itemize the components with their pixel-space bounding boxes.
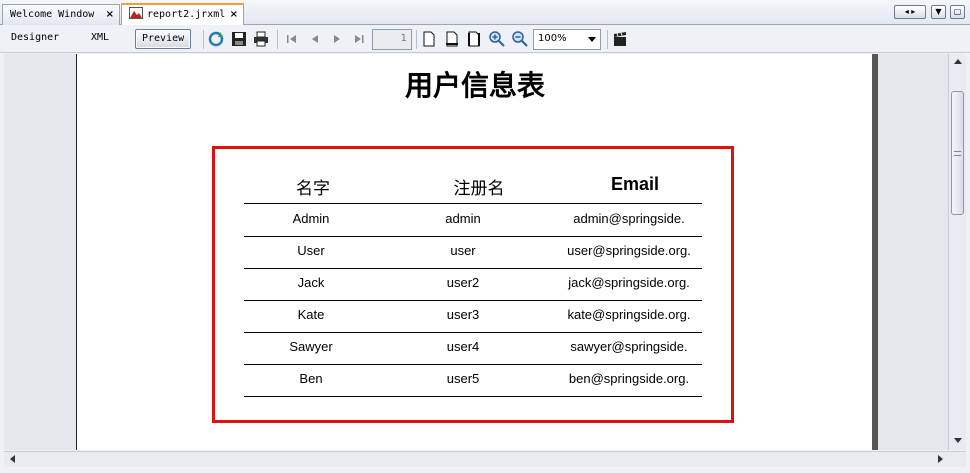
vertical-scrollbar[interactable] — [948, 54, 966, 450]
table-cell-email: kate@springside.org. — [567, 307, 691, 322]
export-clapper-icon[interactable] — [611, 30, 629, 48]
maximize-icon: ▢ — [953, 7, 962, 16]
table-cell-username: user3 — [446, 307, 480, 322]
print-icon[interactable] — [252, 30, 270, 48]
actual-size-icon[interactable] — [420, 30, 438, 48]
table-cell-username: user5 — [446, 371, 480, 386]
column-header-username: 注册名 — [453, 179, 505, 199]
tab-scroll-buttons[interactable]: ◂ ▸ — [894, 5, 926, 19]
preview-mode-button[interactable]: Preview — [135, 29, 192, 49]
chevron-right-icon[interactable]: ▸ — [911, 7, 915, 16]
row-divider — [244, 364, 702, 365]
report-title: 用户信息表 — [404, 69, 545, 102]
editor-tab-strip: Welcome Window × report2.jrxml × ◂ ▸ ▼ ▢ — [0, 0, 970, 25]
table-cell-email: ben@springside.org. — [568, 371, 690, 386]
maximize-button[interactable]: ▢ — [950, 5, 965, 19]
chevron-left-icon[interactable]: ◂ — [905, 7, 909, 16]
page-shadow — [872, 54, 878, 450]
report-file-icon — [129, 7, 143, 19]
refresh-icon[interactable] — [207, 30, 225, 48]
tab-welcome-window[interactable]: Welcome Window × — [2, 4, 120, 25]
table-cell-username: user4 — [446, 339, 480, 354]
table-cell-email: admin@springside. — [573, 211, 685, 226]
table-cell-name: Ben — [299, 371, 323, 386]
row-divider — [244, 268, 702, 269]
row-divider — [244, 332, 702, 333]
table-cell-username: admin — [445, 211, 481, 226]
scroll-down-icon[interactable] — [954, 438, 962, 443]
table-cell-email: user@springside.org. — [567, 243, 691, 258]
row-divider — [244, 236, 702, 237]
report-toolbar: Designer XML Preview 1 100% — [0, 26, 970, 53]
last-page-icon[interactable] — [350, 30, 368, 48]
tab-report2-jrxml[interactable]: report2.jrxml × — [121, 3, 244, 25]
scroll-grip-icon — [954, 151, 961, 156]
next-page-icon[interactable] — [328, 30, 346, 48]
zoom-value: 100% — [538, 33, 567, 44]
scroll-right-icon[interactable] — [938, 455, 943, 463]
close-icon[interactable]: × — [230, 5, 238, 24]
table-cell-name: Admin — [292, 211, 330, 226]
column-header-email: Email — [610, 174, 660, 194]
table-cell-email: jack@springside.org. — [568, 275, 690, 290]
zoom-in-icon[interactable] — [488, 30, 506, 48]
table-cell-name: User — [297, 243, 325, 258]
toolbar-separator — [203, 30, 204, 49]
table-cell-username: user2 — [446, 275, 480, 290]
toolbar-separator — [416, 30, 417, 49]
column-header-name: 名字 — [296, 179, 330, 199]
close-icon[interactable]: × — [106, 5, 114, 24]
report-page: 用户信息表 名字 注册名 Email Admin admin admin@spr… — [76, 54, 872, 450]
previous-page-icon[interactable] — [306, 30, 324, 48]
row-divider — [244, 396, 702, 397]
chevron-down-icon — [588, 37, 596, 42]
report-preview-area[interactable]: 用户信息表 名字 注册名 Email Admin admin admin@spr… — [4, 54, 948, 450]
table-cell-username: user — [450, 243, 476, 258]
toolbar-separator — [607, 30, 608, 49]
table-cell-name: Sawyer — [289, 339, 333, 354]
table-cell-name: Kate — [297, 307, 325, 322]
zoom-select[interactable]: 100% — [533, 29, 601, 50]
horizontal-scrollbar[interactable] — [4, 451, 966, 467]
first-page-icon[interactable] — [283, 30, 301, 48]
tab-list-button[interactable]: ▼ — [931, 5, 946, 19]
designer-mode-button[interactable]: Designer — [11, 32, 59, 43]
row-divider — [244, 203, 702, 204]
scroll-left-icon[interactable] — [10, 455, 15, 463]
tab-label: Welcome Window — [10, 9, 95, 20]
table-cell-name: Jack — [297, 275, 325, 290]
toolbar-separator — [277, 30, 278, 49]
fit-width-icon[interactable] — [443, 30, 461, 48]
row-divider — [244, 300, 702, 301]
chevron-down-icon: ▼ — [935, 7, 942, 16]
scroll-up-icon[interactable] — [954, 59, 962, 64]
tab-label: report2.jrxml — [147, 9, 226, 20]
zoom-out-icon[interactable] — [511, 30, 529, 48]
xml-mode-button[interactable]: XML — [91, 32, 109, 43]
page-number-field[interactable]: 1 — [372, 29, 412, 50]
save-icon[interactable] — [230, 30, 248, 48]
table-cell-email: sawyer@springside. — [570, 339, 688, 354]
fit-page-icon[interactable] — [465, 30, 483, 48]
